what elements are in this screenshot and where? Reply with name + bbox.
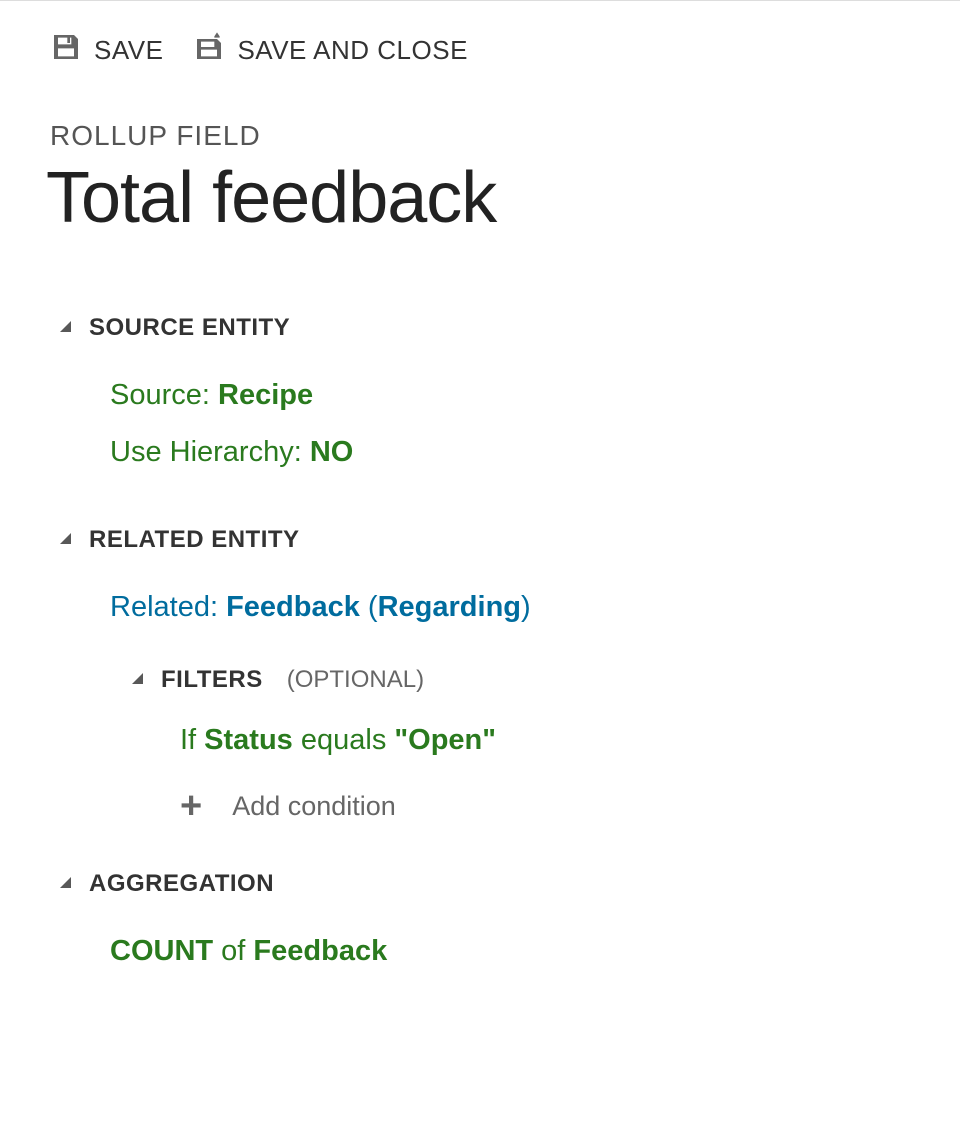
save-icon xyxy=(50,31,82,70)
paren-close: ) xyxy=(521,591,531,623)
hierarchy-value: NO xyxy=(310,436,354,468)
save-close-label: SAVE AND CLOSE xyxy=(237,35,468,66)
caret-icon xyxy=(60,877,71,888)
save-label: SAVE xyxy=(94,35,163,66)
toolbar: SAVE SAVE AND CLOSE xyxy=(0,1,960,80)
add-condition-button[interactable]: + Add condition xyxy=(180,765,960,825)
section-label: AGGREGATION xyxy=(89,870,274,898)
filters-optional: (OPTIONAL) xyxy=(287,666,424,694)
related-value: Feedback xyxy=(226,591,368,623)
hierarchy-label: Use Hierarchy: xyxy=(110,436,310,468)
section-source-entity: SOURCE ENTITY Source: Recipe Use Hierarc… xyxy=(0,314,960,481)
agg-of: of xyxy=(213,935,253,967)
caret-icon xyxy=(60,321,71,332)
save-close-button[interactable]: SAVE AND CLOSE xyxy=(193,31,468,70)
page-subtitle: ROLLUP FIELD xyxy=(0,80,960,152)
filters-subsection: FILTERS (OPTIONAL) If Status equals "Ope… xyxy=(110,666,960,825)
cond-value: "Open" xyxy=(394,724,496,756)
related-label: Related: xyxy=(110,591,226,623)
caret-icon xyxy=(60,533,71,544)
cond-field: Status xyxy=(204,724,293,756)
paren-open: ( xyxy=(368,591,378,623)
aggregation-row[interactable]: COUNT of Feedback xyxy=(110,923,960,980)
source-value: Recipe xyxy=(218,379,313,411)
section-header-source[interactable]: SOURCE ENTITY xyxy=(0,314,960,342)
page-title: Total feedback xyxy=(0,152,960,269)
filter-condition[interactable]: If Status equals "Open" xyxy=(180,716,960,765)
plus-icon: + xyxy=(180,787,202,825)
related-value-2: Regarding xyxy=(378,591,521,623)
cond-if: If xyxy=(180,724,204,756)
section-header-aggregation[interactable]: AGGREGATION xyxy=(0,870,960,898)
section-header-related[interactable]: RELATED ENTITY xyxy=(0,526,960,554)
caret-icon xyxy=(132,673,143,684)
add-condition-label: Add condition xyxy=(232,791,396,822)
source-row[interactable]: Source: Recipe xyxy=(110,367,960,424)
filters-label: FILTERS xyxy=(161,666,263,694)
section-related-entity: RELATED ENTITY Related: Feedback (Regard… xyxy=(0,526,960,825)
save-button[interactable]: SAVE xyxy=(50,31,163,70)
source-label: Source: xyxy=(110,379,218,411)
section-aggregation: AGGREGATION COUNT of Feedback xyxy=(0,870,960,980)
section-label: RELATED ENTITY xyxy=(89,526,300,554)
section-label: SOURCE ENTITY xyxy=(89,314,290,342)
filters-header[interactable]: FILTERS (OPTIONAL) xyxy=(120,666,960,694)
agg-op: COUNT xyxy=(110,935,213,967)
related-row[interactable]: Related: Feedback (Regarding) xyxy=(110,579,960,636)
hierarchy-row[interactable]: Use Hierarchy: NO xyxy=(110,424,960,481)
agg-entity: Feedback xyxy=(253,935,387,967)
save-close-icon xyxy=(193,31,225,70)
cond-op: equals xyxy=(293,724,395,756)
